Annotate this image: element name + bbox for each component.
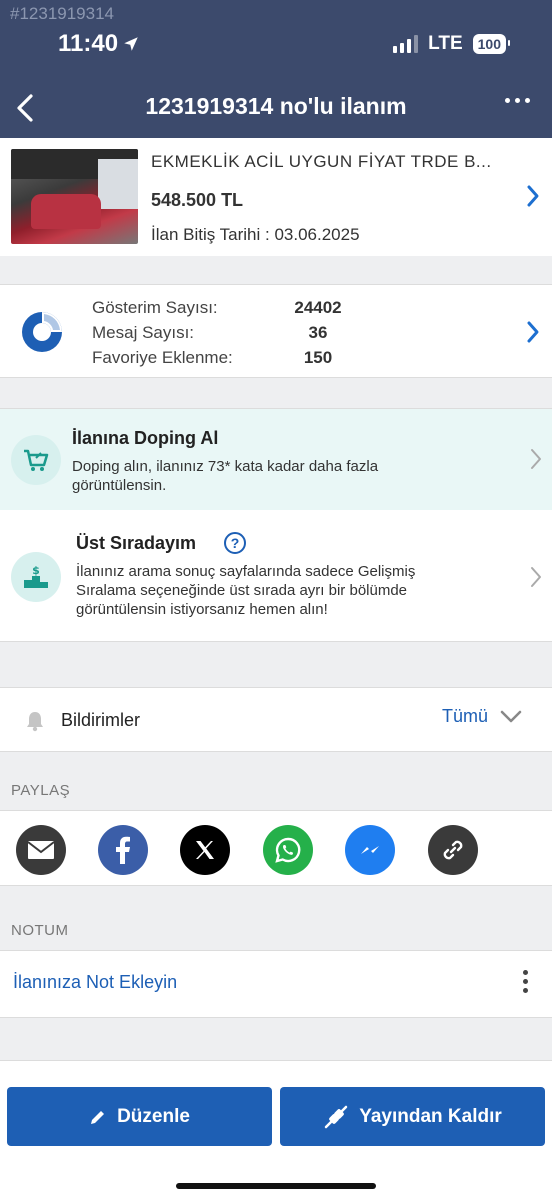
listing-thumbnail [11,149,138,244]
listing-stats-card[interactable]: Gösterim Sayısı: 24402 Mesaj Sayısı: 36 … [0,284,552,378]
edit-button-label: Düzenle [117,1105,190,1127]
share-x-button[interactable] [180,825,230,875]
stat-value-favorites: 150 [303,348,333,367]
bell-icon [27,712,43,732]
notifications-row: Bildirimler Tümü [0,687,552,752]
notifications-filter-select[interactable]: Tümü [442,706,522,727]
stat-label-messages: Mesaj Sayısı: [92,323,195,342]
top-rank-desc-line1: İlanınız arama sonuç sayfalarında sadece… [76,563,416,580]
add-note-link[interactable]: İlanınıza Not Ekleyin [13,972,177,993]
doping-desc-line2: görüntülensin. [72,477,167,494]
facebook-icon [116,836,130,864]
listing-summary-card[interactable]: EKMEKLİK ACİL UYGUN FİYAT TRDE B... 548.… [0,138,552,256]
edit-button[interactable]: Düzenle [7,1087,272,1146]
podium-dollar-icon: $ [11,552,61,602]
chevron-right-icon [531,449,541,469]
network-type: LTE [428,33,463,54]
status-indicators: LTE 100 [393,33,511,55]
stat-value-views: 24402 [294,298,342,317]
pie-chart-icon [22,312,62,352]
stat-label-views: Gösterim Sayısı: [92,298,218,317]
page-title: 1231919314 no'lu ilanım [145,93,407,119]
note-row: İlanınıza Not Ekleyin [0,950,552,1018]
stat-label-favorites: Favoriye Eklenme: [92,348,233,367]
share-copy-link-button[interactable] [428,825,478,875]
doping-desc-line1: Doping alın, ilanınız 73* kata kadar dah… [72,458,379,475]
share-row [0,810,552,886]
watermark-id: #1231919314 [10,4,115,23]
home-indicator [176,1183,376,1189]
x-logo-icon [196,841,214,859]
divider-strip [0,1060,552,1080]
notifications-filter-value: Tümü [441,706,488,726]
location-arrow-icon [124,37,138,51]
unpublish-button-label: Yayından Kaldır [359,1105,502,1127]
battery-icon: 100 [472,34,511,54]
status-time-text: 11:40 [58,30,119,57]
whatsapp-icon [275,837,301,863]
doping-cart-icon [11,435,61,485]
top-rank-promo[interactable]: $ Üst Sıradayım ? İlanınız arama sonuç s… [0,510,552,642]
chevron-right-icon [531,567,541,587]
top-rank-desc-line3: görüntülensin istiyorsanız hemen alın! [76,601,328,618]
help-icon[interactable]: ? [224,532,246,554]
note-section-label: NOTUM [11,922,69,939]
top-rank-desc-line2: Sıralama seçeneğinde üst sırada ayrı bir… [76,582,408,599]
notifications-label: Bildirimler [61,710,141,730]
envelope-icon [27,841,55,859]
signal-icon [393,35,419,53]
unpublish-button[interactable]: Yayından Kaldır [280,1087,545,1146]
share-email-button[interactable] [16,825,66,875]
stat-value-messages: 36 [308,323,328,342]
app-header: #1231919314 11:40 LTE 100 1231919314 no'… [0,0,552,138]
listing-title: EKMEKLİK ACİL UYGUN FİYAT TRDE B... [151,152,492,171]
listing-end-date: İlan Bitiş Tarihi : 03.06.2025 [151,225,360,244]
chevron-down-icon [500,710,522,722]
pencil-icon [91,1110,105,1124]
status-time: 11:40 [58,30,140,58]
link-icon [443,840,463,860]
top-rank-title: Üst Sıradayım [76,533,197,553]
listing-price: 548.500 TL [151,190,244,210]
share-section-label: PAYLAŞ [11,782,71,799]
chevron-right-icon [527,185,539,207]
doping-title: İlanına Doping Al [72,428,219,448]
share-facebook-button[interactable] [98,825,148,875]
unplug-icon [324,1105,348,1128]
note-options-button[interactable] [523,970,528,993]
svg-text:$: $ [32,564,40,577]
doping-promo[interactable]: İlanına Doping Al Doping alın, ilanınız … [0,408,552,510]
messenger-icon [361,846,379,854]
more-options-button[interactable] [505,98,530,103]
share-messenger-button[interactable] [345,825,395,875]
chevron-right-icon [527,321,539,343]
bottom-action-bar: Düzenle Yayından Kaldır [0,1080,552,1200]
share-whatsapp-button[interactable] [263,825,313,875]
